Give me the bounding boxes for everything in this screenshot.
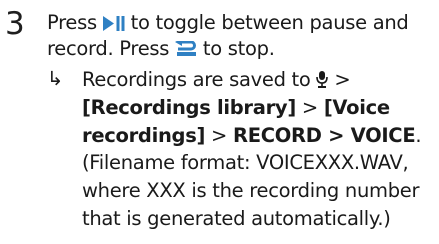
period: . — [415, 123, 422, 147]
saved-prefix: Recordings are saved to — [82, 68, 311, 91]
back-arrow-icon — [175, 41, 197, 57]
step-number: 3 — [5, 6, 25, 42]
play-pause-icon — [102, 16, 125, 31]
path-separator: > — [334, 68, 351, 91]
press-label: Press — [47, 11, 97, 34]
stop-text: to stop. — [202, 37, 275, 60]
recordings-library-label: [Recordings library] — [82, 95, 296, 119]
step-instruction: Press to toggle between pause and record… — [47, 10, 435, 62]
microphone-icon — [316, 71, 329, 88]
result-text: Recordings are saved to > [Recordings li… — [82, 66, 437, 233]
path-separator: > — [211, 123, 228, 147]
path-separator: > — [301, 95, 318, 119]
filename-note: (Filename format: VOICEXXX.WAV, where XX… — [82, 151, 420, 230]
result-arrow-icon: ↳ — [47, 67, 64, 90]
record-voice-label: RECORD > VOICE — [232, 123, 416, 147]
